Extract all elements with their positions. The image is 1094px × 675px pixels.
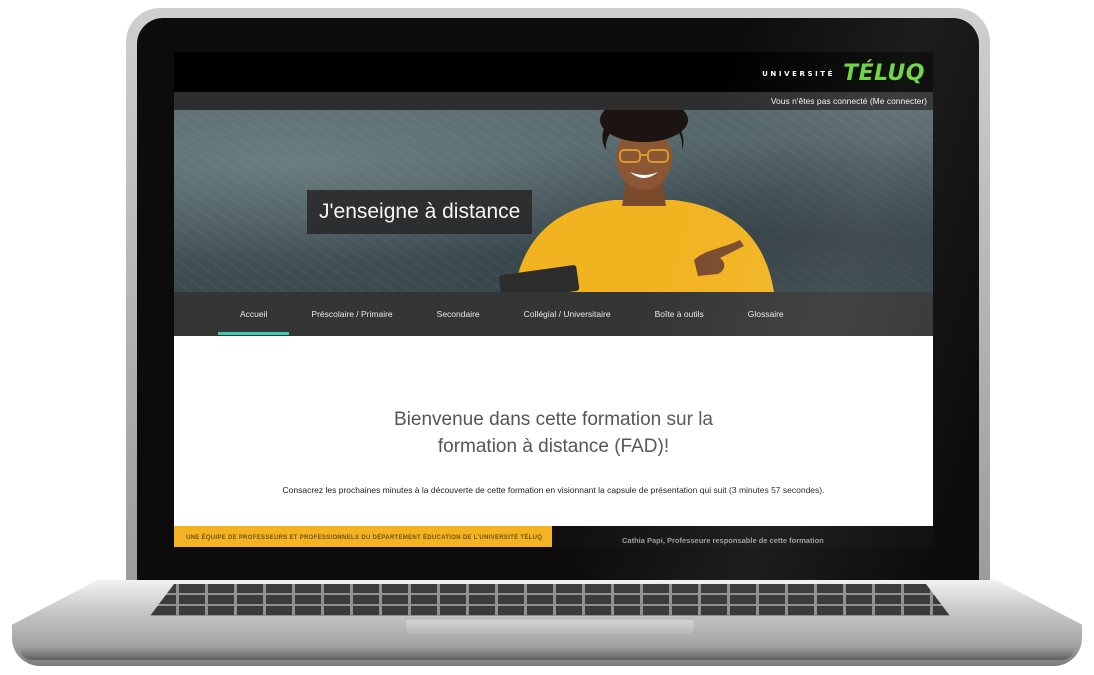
teluq-logo[interactable]: UNIVERSITÉ TÉLUQ xyxy=(762,61,925,86)
nav-tab-glossaire[interactable]: Glossaire xyxy=(748,293,784,335)
nav-tab-collegial-universitaire[interactable]: Collégial / Universitaire xyxy=(524,293,611,335)
welcome-heading: Bienvenue dans cette formation sur la fo… xyxy=(174,406,933,460)
hero-person-image xyxy=(499,110,774,292)
nav-tab-accueil[interactable]: Accueil xyxy=(217,293,291,335)
main-nav: Accueil Préscolaire / Primaire Secondair… xyxy=(174,292,933,336)
laptop-base-front xyxy=(20,648,1074,660)
team-banner-text: UNE ÉQUIPE DE PROFESSEURS ET PROFESSIONN… xyxy=(186,535,543,541)
welcome-heading-line1: Bienvenue dans cette formation sur la xyxy=(394,409,713,430)
welcome-heading-line2: formation à distance (FAD)! xyxy=(437,436,670,457)
instructor-banner-text: Cathia Papi, Professeure responsable de … xyxy=(622,536,824,545)
laptop-keyboard xyxy=(150,584,950,616)
laptop-screen: UNIVERSITÉ TÉLUQ Vous n'êtes pas connect… xyxy=(174,52,933,547)
logo-university-text: UNIVERSITÉ xyxy=(762,69,836,78)
instructor-banner: Cathia Papi, Professeure responsable de … xyxy=(552,526,933,547)
logo-teluq-text: TÉLUQ xyxy=(843,61,925,86)
team-banner: UNE ÉQUIPE DE PROFESSEURS ET PROFESSIONN… xyxy=(174,526,552,547)
hero-title: J'enseigne à distance xyxy=(307,190,533,234)
nav-tab-prescolaire-primaire[interactable]: Préscolaire / Primaire xyxy=(311,293,392,335)
nav-tab-boite-a-outils[interactable]: Boîte à outils xyxy=(655,293,704,335)
laptop-trackpad xyxy=(405,618,695,634)
nav-tab-secondaire[interactable]: Secondaire xyxy=(437,293,480,335)
site-header: UNIVERSITÉ TÉLUQ xyxy=(174,52,933,92)
main-content: Bienvenue dans cette formation sur la fo… xyxy=(174,336,933,526)
intro-paragraph: Consacrez les prochaines minutes à la dé… xyxy=(282,485,825,495)
login-status-link[interactable]: Vous n'êtes pas connecté (Me connecter) xyxy=(771,96,927,106)
hero-banner: J'enseigne à distance xyxy=(174,110,933,292)
login-bar: Vous n'êtes pas connecté (Me connecter) xyxy=(174,92,933,110)
